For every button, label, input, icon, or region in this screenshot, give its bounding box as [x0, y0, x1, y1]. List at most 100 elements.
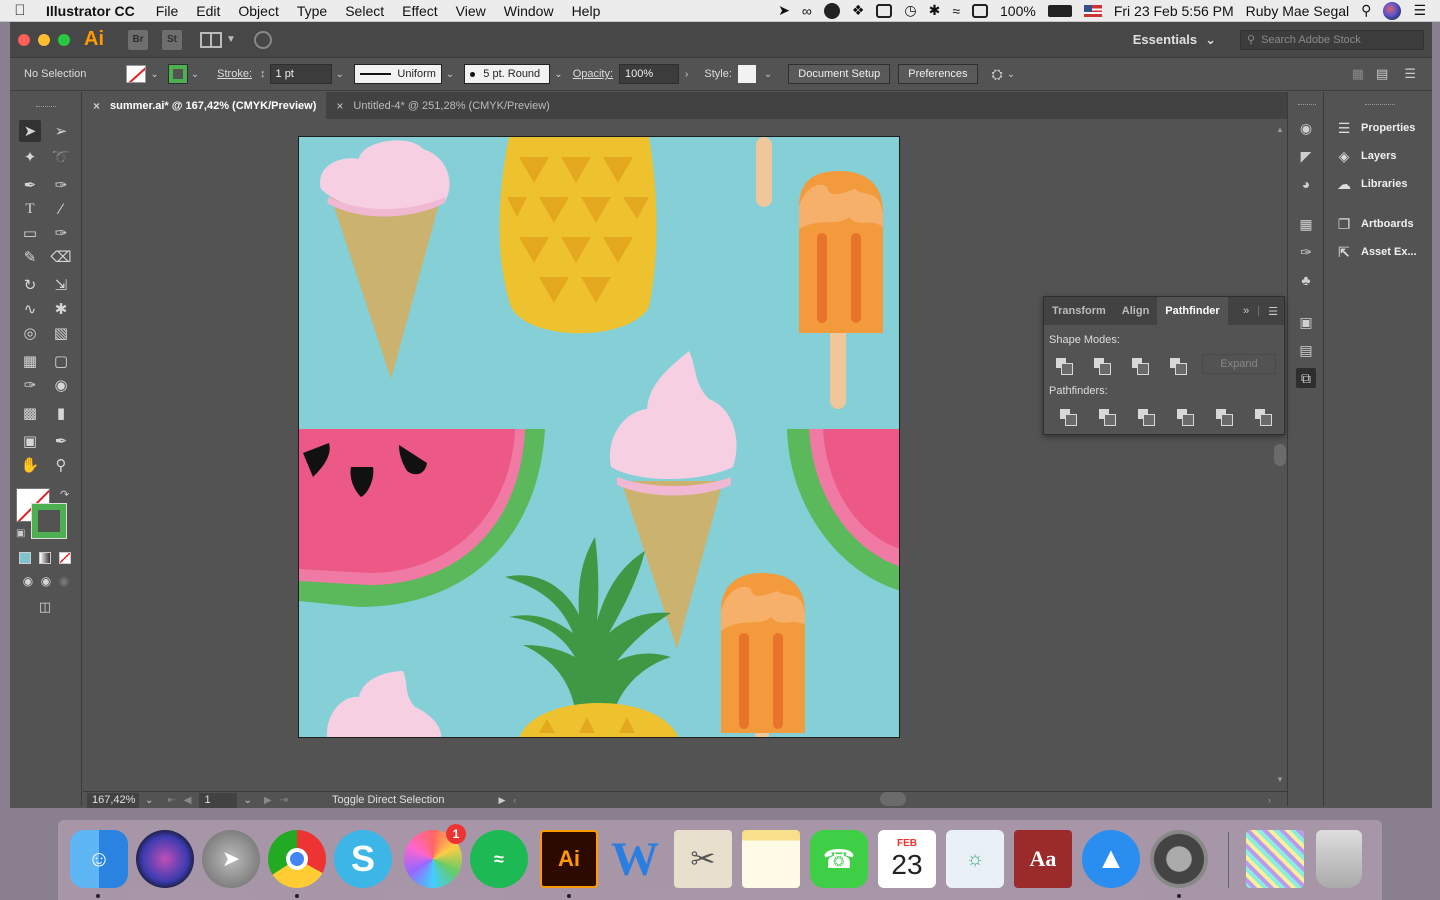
facetime-icon[interactable]: ☎: [810, 830, 868, 888]
tab-summer[interactable]: × summer.ai* @ 167,42% (CMYK/Preview): [83, 92, 327, 119]
divide-button[interactable]: [1060, 409, 1077, 426]
popsicle-bottom[interactable]: [721, 573, 805, 738]
wifi-icon[interactable]: ≈: [952, 3, 960, 19]
ice-cream-cone-bottom-left[interactable]: [327, 671, 442, 738]
stepper-icon[interactable]: ↕: [260, 68, 266, 80]
chevron-down-icon[interactable]: ⌄: [1007, 69, 1015, 80]
minus-back-button[interactable]: [1255, 409, 1272, 426]
location-icon[interactable]: ➤: [778, 2, 790, 19]
artboard-tool-icon[interactable]: ▣: [19, 430, 41, 452]
arrange-documents-icon[interactable]: [200, 31, 222, 48]
symbols-icon[interactable]: ♣: [1296, 270, 1316, 290]
screenshot-scissors-icon[interactable]: ✂: [674, 830, 732, 888]
bluetooth-icon[interactable]: ✱: [929, 2, 941, 19]
stock-button[interactable]: St: [162, 29, 182, 50]
illustrator-dock-icon[interactable]: Ai: [540, 830, 598, 888]
photos-icon[interactable]: 1: [404, 824, 466, 888]
collapse-panel-icon[interactable]: »: [1243, 305, 1249, 317]
first-artboard-icon[interactable]: ⇤: [167, 795, 175, 806]
siri-app-icon[interactable]: [136, 830, 194, 888]
slice-tool-icon[interactable]: ✒: [50, 430, 72, 452]
draw-inside-icon[interactable]: ◉: [53, 570, 75, 592]
pen-tool-icon[interactable]: ✒: [19, 174, 41, 196]
notes-icon[interactable]: [742, 830, 800, 888]
chevron-down-icon[interactable]: ⌄: [191, 69, 199, 80]
arrange-icon[interactable]: ⛭: [992, 66, 1003, 83]
lasso-tool-icon[interactable]: ➰: [50, 146, 72, 168]
popsicle-stick-top[interactable]: [756, 137, 772, 207]
tab-align[interactable]: Align: [1114, 297, 1158, 325]
panel-grip[interactable]: [1298, 104, 1316, 105]
downloads-stack-icon[interactable]: [1246, 830, 1304, 888]
menu-app-name[interactable]: Illustrator CC: [40, 3, 147, 19]
scale-tool-icon[interactable]: ⇲: [50, 274, 72, 296]
menu-edit[interactable]: Edit: [187, 3, 229, 19]
selection-tool-icon[interactable]: ➤: [19, 120, 41, 142]
stroke-weight-field[interactable]: 1 pt: [269, 64, 332, 84]
color-guide-icon[interactable]: ◉: [1296, 118, 1316, 138]
control-menu-icon[interactable]: ☰: [1404, 66, 1416, 82]
canvas-area[interactable]: [83, 119, 1273, 791]
chevron-right-icon[interactable]: ›: [685, 69, 688, 80]
lock-icon[interactable]: [876, 3, 893, 18]
tab-untitled-4[interactable]: × Untitled-4* @ 251,28% (CMYK/Preview): [326, 92, 559, 119]
input-source-flag-icon[interactable]: [1083, 4, 1102, 17]
brush-definition[interactable]: 5 pt. Round: [464, 64, 551, 84]
opacity-field[interactable]: 100%: [619, 64, 680, 84]
gradient-mode-icon[interactable]: [39, 552, 51, 564]
puppet-warp-tool-icon[interactable]: ✱: [50, 298, 72, 320]
exclude-button[interactable]: [1170, 358, 1187, 375]
menu-type[interactable]: Type: [288, 3, 336, 19]
rectangle-tool-icon[interactable]: ▭: [19, 222, 41, 244]
preferences-button[interactable]: Preferences: [898, 64, 978, 84]
artboard[interactable]: [298, 136, 900, 738]
notification-center-icon[interactable]: ☰: [1413, 2, 1426, 19]
horizontal-scroll-thumb[interactable]: [880, 792, 906, 806]
spotlight-search-icon[interactable]: ⚲: [1361, 2, 1371, 19]
word-icon[interactable]: W: [606, 830, 664, 888]
scroll-down-icon[interactable]: ▼: [1276, 775, 1284, 784]
recolor-icon[interactable]: ◕: [1296, 174, 1316, 194]
color-mode-icon[interactable]: [19, 552, 31, 564]
intersect-button[interactable]: [1132, 358, 1149, 375]
chevron-down-icon[interactable]: ⌄: [243, 795, 251, 806]
scroll-left-icon[interactable]: ‹: [513, 795, 516, 805]
vertical-scroll-thumb[interactable]: [1274, 444, 1286, 466]
tab-transform[interactable]: Transform: [1044, 297, 1114, 325]
transform-icon[interactable]: ▣: [1296, 312, 1316, 332]
preview-icon[interactable]: ☼: [946, 830, 1004, 888]
unite-button[interactable]: [1056, 358, 1073, 375]
menu-help[interactable]: Help: [563, 3, 610, 19]
chevron-down-icon[interactable]: ▼: [226, 34, 236, 45]
adobe-stock-search[interactable]: ⚲ Search Adobe Stock: [1240, 29, 1424, 50]
blend-tool-icon[interactable]: ◉: [50, 374, 72, 396]
align-panel-icon[interactable]: ▤: [1296, 340, 1316, 360]
app-store-icon[interactable]: ▲: [1082, 830, 1140, 888]
paintbrush-tool-icon[interactable]: ✑: [50, 222, 72, 244]
status-menu-icon[interactable]: ▶: [498, 795, 505, 806]
expand-button[interactable]: Expand: [1202, 354, 1276, 374]
document-setup-button[interactable]: Document Setup: [788, 64, 891, 84]
graphic-style-swatch[interactable]: [737, 65, 756, 83]
outline-button[interactable]: [1216, 409, 1233, 426]
swatches-icon[interactable]: ▦: [1296, 214, 1316, 234]
cc-sync-icon[interactable]: [823, 2, 840, 19]
ice-cream-cone-top-left[interactable]: [320, 140, 450, 379]
direct-selection-tool-icon[interactable]: ➢: [50, 120, 72, 142]
artboard-number-field[interactable]: 1: [199, 792, 238, 808]
menubar-user[interactable]: Ruby Mae Segal: [1246, 3, 1350, 19]
zoom-tool-icon[interactable]: ⚲: [50, 454, 72, 476]
battery-percent[interactable]: 100%: [1000, 3, 1036, 19]
gpu-performance-icon[interactable]: [253, 30, 272, 49]
workspace-switcher[interactable]: Essentials ⌄: [1133, 32, 1216, 48]
zoom-window-button[interactable]: [58, 33, 70, 46]
chevron-down-icon[interactable]: ⌄: [150, 69, 158, 80]
shape-builder-tool-icon[interactable]: ◎: [19, 322, 41, 344]
trim-button[interactable]: [1099, 409, 1116, 426]
calendar-icon[interactable]: FEB 23: [878, 830, 936, 888]
stroke-swatch[interactable]: [167, 64, 188, 84]
close-tab-icon[interactable]: ×: [93, 99, 100, 113]
scroll-up-icon[interactable]: ▲: [1276, 125, 1284, 134]
spotify-icon[interactable]: ≈: [470, 830, 528, 888]
variable-width-profile[interactable]: Uniform: [353, 64, 442, 84]
